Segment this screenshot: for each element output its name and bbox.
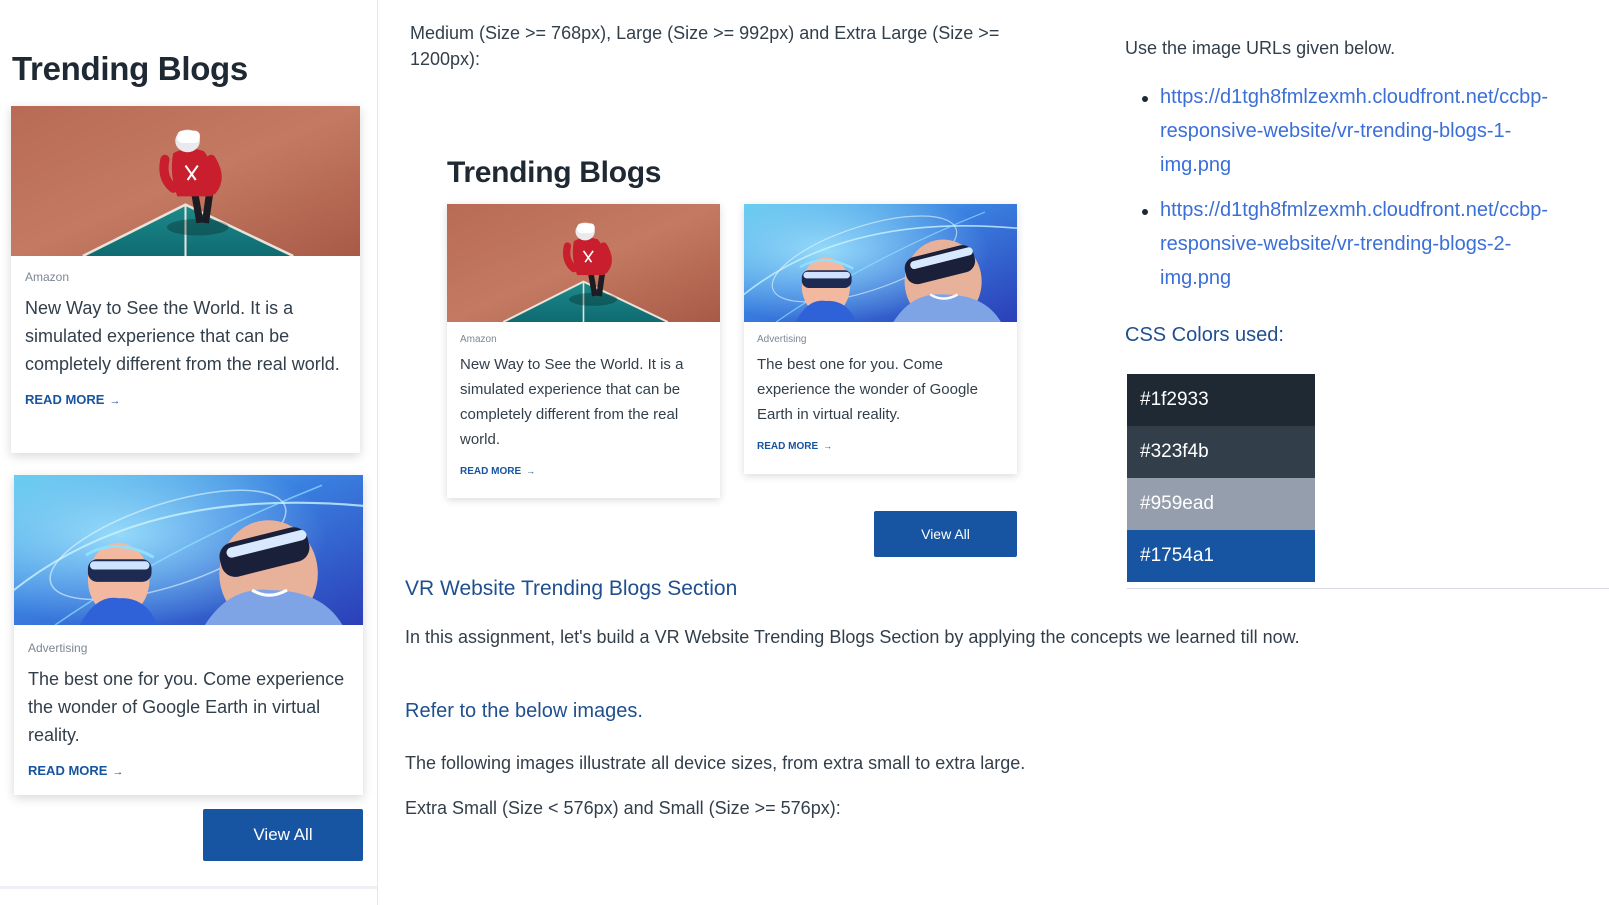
read-more-link[interactable]: READ MORE → — [460, 466, 707, 477]
color-swatch: #1754a1 — [1127, 530, 1315, 582]
read-more-link[interactable]: READ MORE → — [25, 392, 346, 407]
color-swatch: #323f4b — [1127, 426, 1315, 478]
desktop-blog-card: Amazon New Way to See the World. It is a… — [447, 204, 720, 498]
refer-images-heading: Refer to the below images. — [405, 700, 643, 722]
desktop-blog-card: Advertising The best one for you. Come e… — [744, 204, 1017, 474]
blog-description: New Way to See the World. It is a simula… — [25, 298, 340, 374]
bullet-icon — [1142, 209, 1148, 215]
css-colors-heading: CSS Colors used: — [1125, 324, 1284, 346]
arrow-right-icon: → — [112, 766, 124, 778]
blog-description: New Way to See the World. It is a simula… — [460, 356, 684, 448]
blog-description: The best one for you. Come experience th… — [757, 356, 978, 423]
divider — [1127, 588, 1609, 589]
vr-trending-blogs-1-image — [447, 204, 720, 322]
assignment-intro: In this assignment, let's build a VR Web… — [405, 627, 1300, 647]
divider — [0, 886, 377, 889]
desktop-trending-heading: Trending Blogs — [447, 156, 662, 189]
assignment-title: VR Website Trending Blogs Section — [405, 577, 738, 600]
image-url-link-1[interactable]: https://d1tgh8fmlzexmh.cloudfront.net/cc… — [1160, 80, 1609, 182]
mobile-blog-card: Advertising The best one for you. Come e… — [14, 475, 363, 795]
blog-tag: Amazon — [460, 334, 497, 345]
arrow-right-icon: → — [823, 441, 833, 451]
blog-tag: Advertising — [28, 641, 88, 655]
vr-trending-blogs-2-image — [744, 204, 1017, 322]
vr-trending-blogs-2-image — [14, 475, 363, 625]
color-swatch: #1f2933 — [1127, 374, 1315, 426]
bullet-icon — [1142, 96, 1148, 102]
image-url-link-2[interactable]: https://d1tgh8fmlzexmh.cloudfront.net/cc… — [1160, 193, 1609, 295]
blog-tag: Advertising — [757, 334, 807, 345]
arrow-right-icon: → — [526, 466, 536, 476]
mobile-trending-heading: Trending Blogs — [12, 50, 248, 87]
desktop-view-all-button[interactable]: View All — [874, 511, 1017, 557]
arrow-right-icon: → — [109, 395, 121, 407]
vr-trending-blogs-1-image — [11, 106, 360, 256]
small-sizes-label: Extra Small (Size < 576px) and Small (Si… — [405, 798, 841, 818]
mobile-view-all-button[interactable]: View All — [203, 809, 363, 861]
read-more-link[interactable]: READ MORE → — [757, 441, 1004, 452]
blog-description: The best one for you. Come experience th… — [28, 669, 345, 745]
blog-tag: Amazon — [25, 270, 70, 284]
device-sizes-text: The following images illustrate all devi… — [405, 753, 1026, 773]
desktop-size-label: Medium (Size >= 768px), Large (Size >= 9… — [410, 23, 1000, 69]
image-urls-label: Use the image URLs given below. — [1125, 38, 1396, 58]
read-more-link[interactable]: READ MORE → — [28, 763, 349, 778]
mobile-blog-card: Amazon New Way to See the World. It is a… — [11, 106, 360, 453]
color-swatch: #959ead — [1127, 478, 1315, 530]
